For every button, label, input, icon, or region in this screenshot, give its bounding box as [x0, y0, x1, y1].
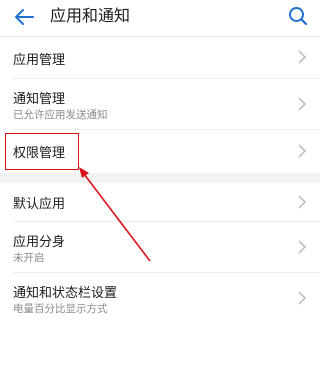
chevron-right-icon	[298, 291, 306, 305]
menu-item-subtitle: 已允许应用发送通知	[13, 109, 108, 121]
menu-item-title: 通知和状态栏设置	[13, 286, 118, 301]
chevron-right-icon	[298, 240, 306, 254]
menu-item-notification-management[interactable]: 通知管理 已允许应用发送通知	[0, 79, 320, 129]
menu-item-notification-status-bar[interactable]: 通知和状态栏设置 电量百分比显示方式	[0, 273, 320, 323]
chevron-right-icon	[298, 50, 306, 64]
menu-item-subtitle: 未开启	[13, 252, 45, 264]
search-icon[interactable]	[288, 6, 308, 26]
menu-item-app-twin[interactable]: 应用分身 未开启	[0, 222, 320, 272]
chevron-right-icon	[298, 97, 306, 111]
menu-item-default-apps[interactable]: 默认应用	[0, 183, 320, 221]
page-title: 应用和通知	[50, 6, 131, 25]
menu-item-title: 通知管理	[13, 92, 66, 107]
menu-item-subtitle: 电量百分比显示方式	[13, 303, 108, 315]
menu-item-title: 应用管理	[13, 53, 66, 68]
chevron-right-icon	[298, 195, 306, 209]
menu-item-app-management[interactable]: 应用管理	[0, 37, 320, 78]
menu-item-title: 应用分身	[13, 235, 66, 250]
group-separator	[0, 173, 320, 183]
annotation-highlight-box	[5, 133, 79, 170]
back-arrow-icon[interactable]	[13, 7, 35, 27]
header-bar: 应用和通知	[0, 0, 320, 36]
chevron-right-icon	[298, 144, 306, 158]
menu-item-title: 默认应用	[13, 197, 66, 212]
